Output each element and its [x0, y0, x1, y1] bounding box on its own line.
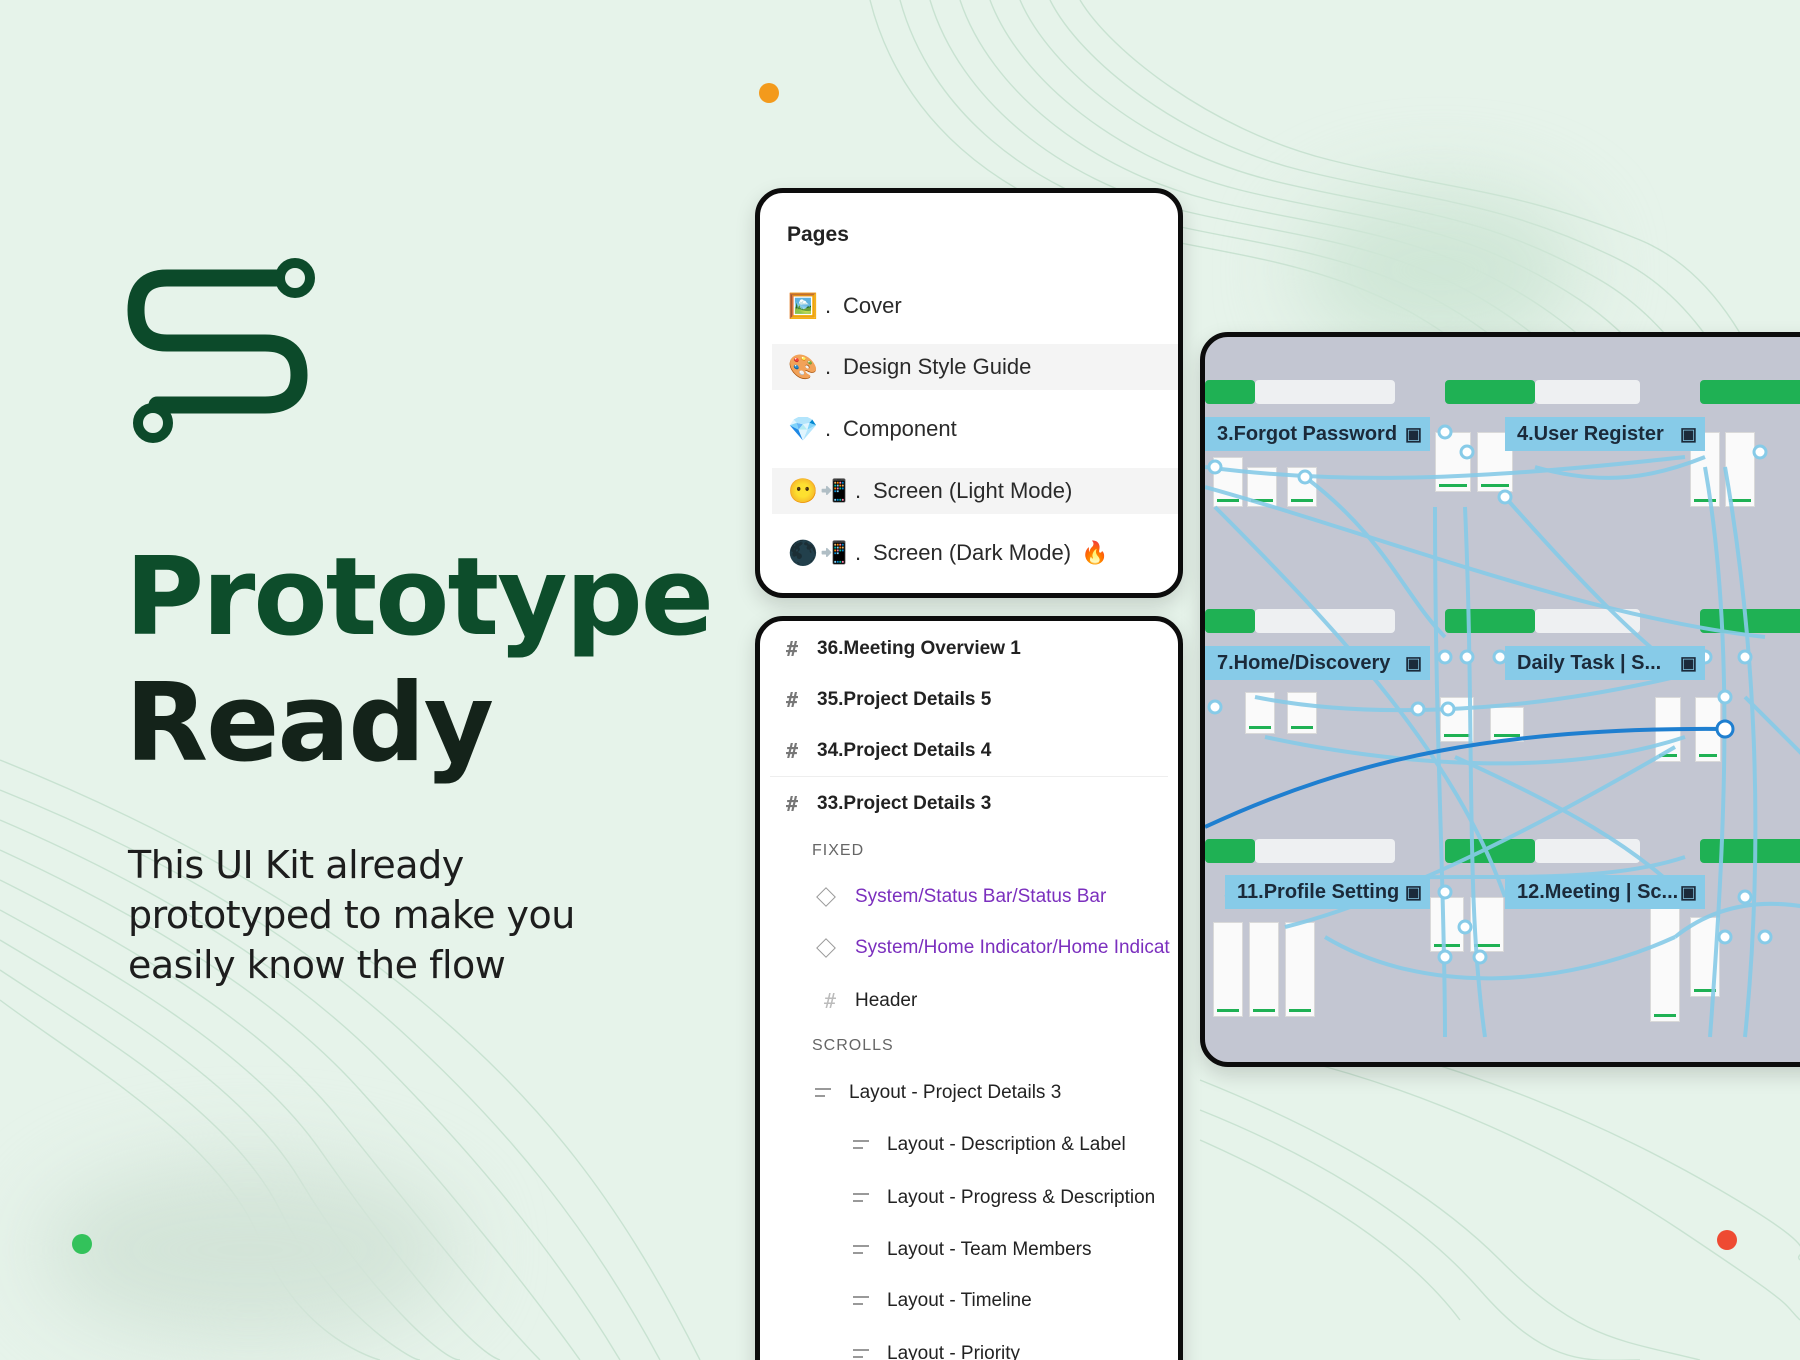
- new-moon-icon: 🌑: [788, 539, 818, 567]
- palette-icon: 🎨: [788, 353, 818, 381]
- page-item-screen-dark[interactable]: 🌑 📲 . Screen (Dark Mode) 🔥: [772, 530, 1178, 576]
- orange-dot: [759, 83, 779, 103]
- green-dot: [72, 1234, 92, 1254]
- gem-icon: 💎: [788, 415, 818, 443]
- phone-icon: 📲: [820, 478, 848, 503]
- page-item-label: Component: [843, 416, 957, 441]
- layer-auto-layout[interactable]: Layout - Priority: [760, 1334, 1178, 1360]
- auto-layout-icon: [853, 1346, 869, 1360]
- layer-auto-layout[interactable]: Layout - Team Members: [760, 1230, 1178, 1270]
- frame-icon: #: [785, 792, 799, 816]
- background-blur-blob: [1300, 190, 1580, 350]
- auto-layout-icon: [853, 1190, 869, 1206]
- component-instance-icon: [816, 887, 836, 907]
- fire-icon: 🔥: [1081, 540, 1109, 565]
- frame-icon: #: [785, 688, 799, 712]
- prototype-canvas[interactable]: 3.Forgot Password ▣ 4.User Register ▣ 7.…: [1200, 332, 1800, 1067]
- play-flow-icon[interactable]: ▣: [1405, 882, 1422, 903]
- layer-frame[interactable]: # 36.Meeting Overview 1: [760, 629, 1178, 669]
- layer-auto-layout[interactable]: Layout - Timeline: [760, 1281, 1178, 1321]
- play-flow-icon[interactable]: ▣: [1680, 882, 1697, 903]
- layer-frame-expanded[interactable]: # 33.Project Details 3: [760, 784, 1178, 824]
- flow-label[interactable]: 4.User Register ▣: [1505, 417, 1705, 451]
- image-icon: 🖼️: [788, 292, 818, 320]
- page-item-label: Screen (Light Mode): [873, 478, 1073, 503]
- flow-label[interactable]: 7.Home/Discovery ▣: [1205, 646, 1430, 680]
- page-item-screen-light[interactable]: 😶 📲 . Screen (Light Mode): [772, 468, 1178, 514]
- component-instance-icon: [816, 938, 836, 958]
- headline-line-1: Prototype: [125, 535, 714, 660]
- headline-line-2: Ready: [125, 661, 494, 786]
- divider: [770, 776, 1168, 777]
- page-item-component[interactable]: 💎 . Component: [772, 406, 1178, 452]
- layer-auto-layout[interactable]: Layout - Project Details 3: [760, 1073, 1178, 1113]
- section-label-scrolls: SCROLLS: [812, 1037, 894, 1054]
- layer-auto-layout[interactable]: Layout - Description & Label: [760, 1125, 1178, 1165]
- frame-icon: #: [785, 739, 799, 763]
- auto-layout-icon: [853, 1137, 869, 1153]
- subtext: This UI Kit already prototyped to make y…: [128, 843, 575, 987]
- flow-label[interactable]: Daily Task | S... ▣: [1505, 646, 1705, 680]
- face-icon: 😶: [788, 477, 818, 505]
- play-flow-icon[interactable]: ▣: [1405, 653, 1422, 674]
- section-label-fixed: FIXED: [812, 842, 865, 859]
- layer-frame[interactable]: # 34.Project Details 4: [760, 731, 1178, 771]
- flow-label[interactable]: 12.Meeting | Sc... ▣: [1505, 875, 1705, 909]
- red-dot: [1717, 1230, 1737, 1250]
- brand-logo-icon: [127, 258, 315, 443]
- auto-layout-icon: [853, 1242, 869, 1258]
- auto-layout-icon: [853, 1293, 869, 1309]
- layers-panel: # 36.Meeting Overview 1 # 35.Project Det…: [755, 616, 1183, 1360]
- frame-icon: #: [823, 989, 837, 1013]
- layer-component-instance[interactable]: System/Home Indicator/Home Indicat: [760, 928, 1178, 968]
- flow-label[interactable]: 3.Forgot Password ▣: [1205, 417, 1430, 451]
- layer-auto-layout[interactable]: Layout - Progress & Description: [760, 1178, 1178, 1218]
- headline: Prototype Ready: [125, 535, 714, 787]
- play-flow-icon[interactable]: ▣: [1680, 653, 1697, 674]
- auto-layout-icon: [815, 1085, 831, 1101]
- phone-icon: 📲: [820, 540, 848, 565]
- page-item-cover[interactable]: 🖼️ . Cover: [772, 283, 1178, 329]
- pages-panel: Pages 🖼️ . Cover 🎨 . Design Style Guide …: [755, 188, 1183, 598]
- flow-label[interactable]: 11.Profile Setting ▣: [1225, 875, 1430, 909]
- page-item-label: Design Style Guide: [843, 354, 1032, 379]
- frame-icon: #: [785, 637, 799, 661]
- play-flow-icon[interactable]: ▣: [1680, 424, 1697, 445]
- layer-frame-header[interactable]: # Header: [760, 981, 1178, 1021]
- page-item-label: Cover: [843, 293, 902, 318]
- layer-component-instance[interactable]: System/Status Bar/Status Bar: [760, 877, 1178, 917]
- page-item-design-style-guide[interactable]: 🎨 . Design Style Guide: [772, 344, 1178, 390]
- page-item-label: Screen (Dark Mode): [873, 540, 1072, 565]
- layer-frame[interactable]: # 35.Project Details 5: [760, 680, 1178, 720]
- background-blur-blob: [40, 1160, 460, 1340]
- pages-title: Pages: [787, 223, 849, 246]
- play-flow-icon[interactable]: ▣: [1405, 424, 1422, 445]
